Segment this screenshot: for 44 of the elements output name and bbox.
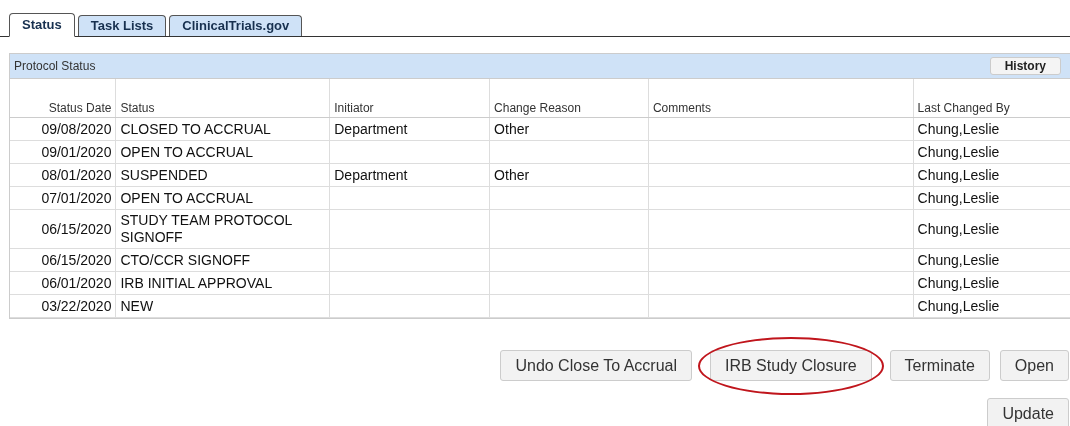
action-button[interactable]: Undo Close To Accrual [500, 350, 692, 381]
table-cell: Other [489, 163, 649, 187]
column-header: Change Reason [489, 79, 649, 118]
table-cell: CLOSED TO ACCRUAL [115, 117, 330, 141]
action-button[interactable]: Open [999, 350, 1069, 381]
tab[interactable]: Status [9, 13, 75, 37]
table-cell: NEW [115, 294, 330, 318]
panel-title: Protocol Status [14, 59, 96, 73]
action-button[interactable]: Terminate [889, 350, 990, 381]
table-cell: 09/01/2020 [10, 140, 116, 164]
column-header: Status Date [10, 79, 116, 118]
history-button[interactable]: History [989, 57, 1061, 75]
table-cell: Chung,Leslie [913, 248, 1070, 272]
table-cell: Chung,Leslie [913, 209, 1070, 249]
table-cell: STUDY TEAM PROTOCOL SIGNOFF [115, 209, 330, 249]
action-button[interactable]: IRB Study Closure [710, 350, 872, 381]
column-header: Initiator [329, 79, 490, 118]
table-cell: OPEN TO ACCRUAL [115, 140, 330, 164]
update-button[interactable]: Update [987, 398, 1069, 426]
table-cell: 03/22/2020 [10, 294, 116, 318]
column-header: Last Changed By [913, 79, 1070, 118]
table-cell: Department [329, 163, 490, 187]
column-header: Comments [648, 79, 914, 118]
column-header: Status [115, 79, 330, 118]
table-cell: IRB INITIAL APPROVAL [115, 271, 330, 295]
table-cell: Chung,Leslie [913, 271, 1070, 295]
table-cell: OPEN TO ACCRUAL [115, 186, 330, 210]
table-cell: Chung,Leslie [913, 294, 1070, 318]
tab[interactable]: Task Lists [77, 15, 167, 36]
table-cell: CTO/CCR SIGNOFF [115, 248, 330, 272]
table-cell: 06/01/2020 [10, 271, 116, 295]
table-cell: 06/15/2020 [10, 209, 116, 249]
table-cell: Chung,Leslie [913, 186, 1070, 210]
table-cell: Chung,Leslie [913, 163, 1070, 187]
table-cell: 08/01/2020 [10, 163, 116, 187]
table-cell: Department [329, 117, 490, 141]
table-cell: Other [489, 117, 649, 141]
table-cell: 09/08/2020 [10, 117, 116, 141]
tab[interactable]: ClinicalTrials.gov [169, 15, 303, 36]
table-cell: 07/01/2020 [10, 186, 116, 210]
table-cell: 06/15/2020 [10, 248, 116, 272]
table-cell: SUSPENDED [115, 163, 330, 187]
table-cell: Chung,Leslie [913, 140, 1070, 164]
table-cell: Chung,Leslie [913, 117, 1070, 141]
